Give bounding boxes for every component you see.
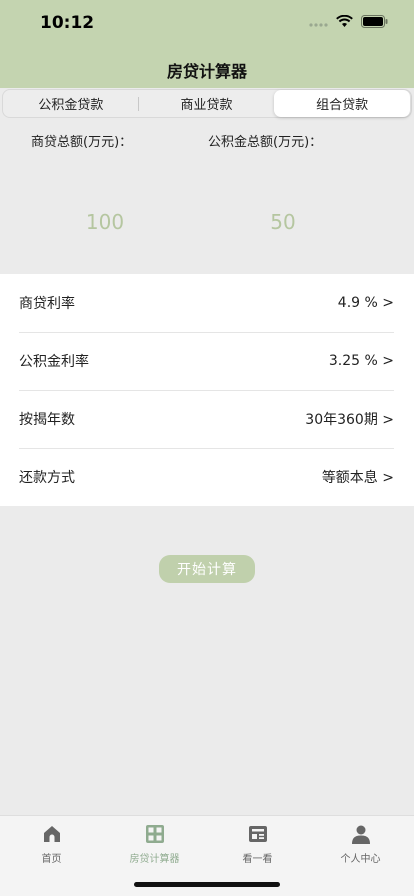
status-icons bbox=[308, 15, 388, 28]
provident-rate-label: 公积金利率 bbox=[19, 354, 89, 370]
provident-rate-value: 3.25 % > bbox=[328, 353, 394, 369]
loan-type-segmented-control: 公积金贷款 商业贷款 组合贷款 bbox=[2, 89, 412, 118]
commercial-rate-label: 商贷利率 bbox=[19, 296, 75, 312]
commercial-rate-value: 4.9 % > bbox=[337, 295, 394, 311]
signal-icon bbox=[309, 22, 328, 27]
status-bar: 10:12 bbox=[0, 0, 414, 48]
tab-home[interactable]: 首页 bbox=[0, 824, 103, 865]
news-icon bbox=[248, 826, 267, 842]
commercial-amount-label: 商贷总额(万元)： bbox=[31, 135, 133, 150]
tab-calculator-label: 房贷计算器 bbox=[129, 854, 180, 865]
repayment-method-row[interactable]: 还款方式 等额本息 > bbox=[19, 448, 394, 506]
tab-profile[interactable]: 个人中心 bbox=[309, 824, 412, 865]
provident-amount-input[interactable]: 50 bbox=[223, 210, 343, 234]
loan-term-row[interactable]: 按揭年数 30年360期 > bbox=[19, 390, 394, 449]
status-time: 10:12 bbox=[40, 13, 95, 33]
tab-combined-loan[interactable]: 组合贷款 bbox=[274, 90, 411, 117]
tab-calculator[interactable]: 房贷计算器 bbox=[103, 824, 206, 865]
home-icon bbox=[43, 826, 60, 842]
tab-commercial-loan[interactable]: 商业贷款 bbox=[139, 90, 275, 117]
wifi-icon bbox=[336, 15, 353, 27]
tab-provident-loan[interactable]: 公积金贷款 bbox=[3, 90, 139, 117]
repayment-method-value: 等额本息 > bbox=[321, 470, 394, 486]
commercial-amount-input[interactable]: 100 bbox=[45, 210, 165, 234]
home-indicator[interactable] bbox=[134, 882, 280, 887]
start-calculation-button[interactable]: 开始计算 bbox=[159, 555, 255, 583]
tab-browse[interactable]: 看一看 bbox=[206, 824, 309, 865]
tab-browse-label: 看一看 bbox=[242, 854, 273, 865]
person-icon bbox=[351, 825, 370, 844]
tab-profile-label: 个人中心 bbox=[340, 854, 381, 865]
provident-rate-row[interactable]: 公积金利率 3.25 % > bbox=[19, 332, 394, 391]
calculator-icon bbox=[145, 825, 164, 843]
page-title: 房贷计算器 bbox=[166, 62, 247, 81]
loan-term-value: 30年360期 > bbox=[305, 412, 394, 428]
nav-bar: 房贷计算器 bbox=[0, 48, 414, 88]
provident-amount-label: 公积金总额(万元)： bbox=[208, 135, 323, 150]
loan-term-label: 按揭年数 bbox=[19, 412, 75, 428]
tab-home-label: 首页 bbox=[41, 854, 62, 865]
commercial-rate-row[interactable]: 商贷利率 4.9 % > bbox=[19, 274, 394, 333]
settings-list: 商贷利率 4.9 % > 公积金利率 3.25 % > 按揭年数 30年360期… bbox=[0, 274, 414, 506]
battery-icon bbox=[361, 15, 388, 28]
repayment-method-label: 还款方式 bbox=[19, 470, 75, 486]
